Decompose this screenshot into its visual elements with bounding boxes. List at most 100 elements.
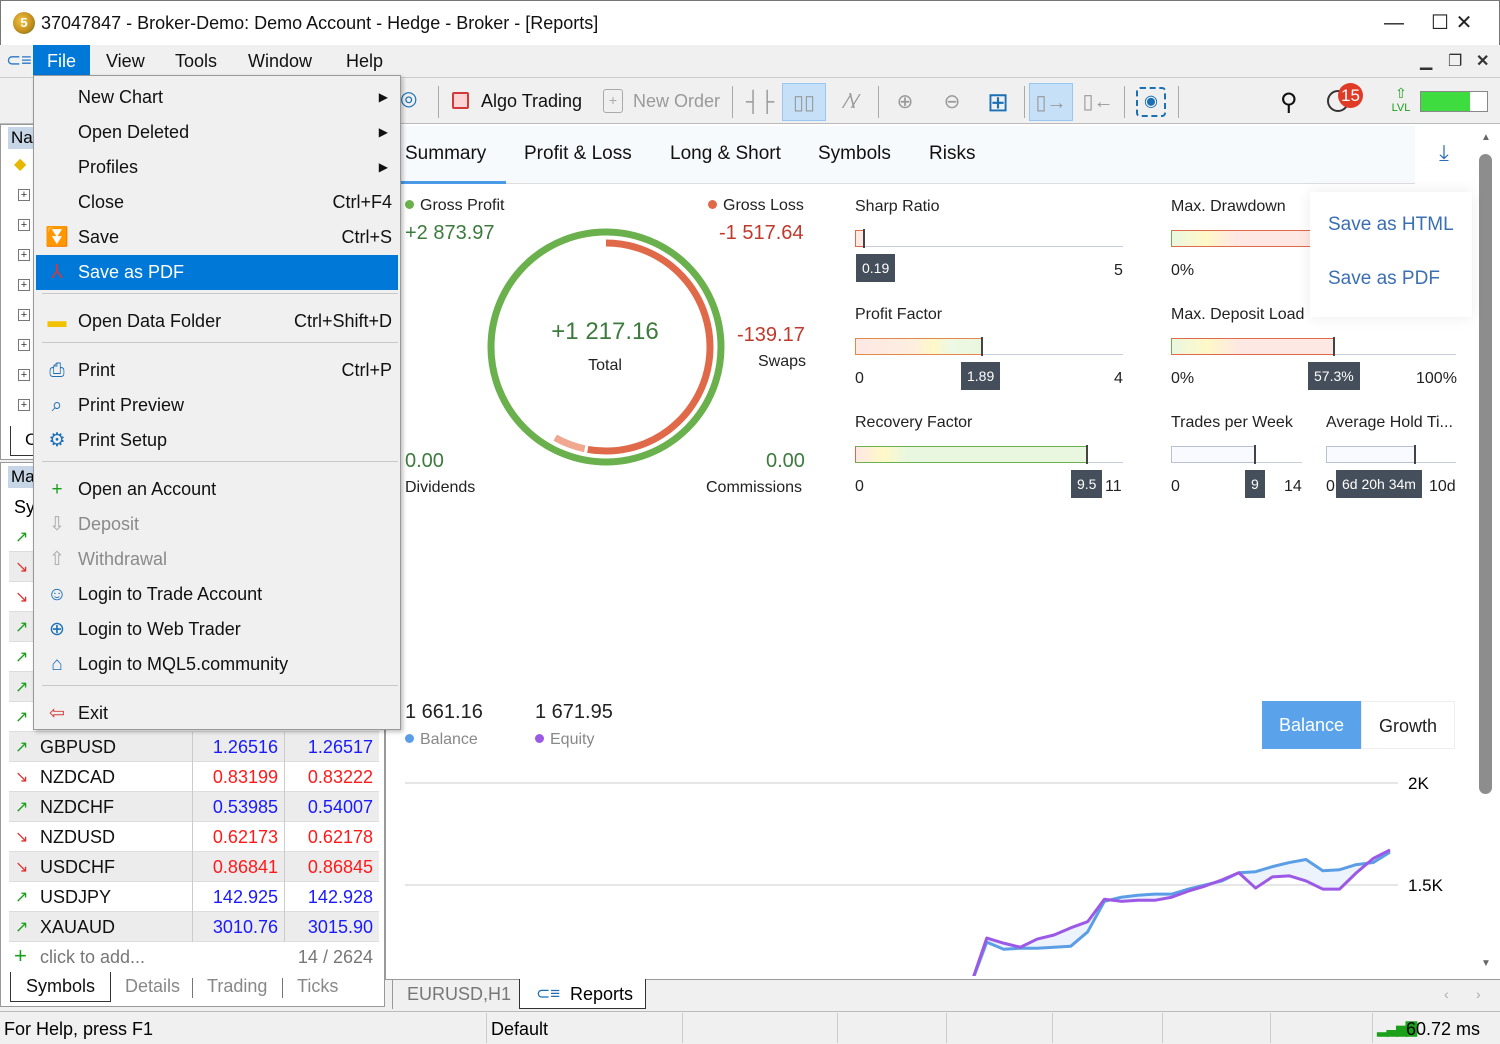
market-watch-row[interactable]: ↗ USDJPY 142.925 142.928 (9, 882, 379, 912)
doc-tab-reports[interactable]: ⊂≡ Reports (519, 979, 646, 1009)
file-menu-item-print-setup[interactable]: ⚙ Print Setup (36, 423, 398, 458)
tab-ticks[interactable]: Ticks (282, 972, 353, 1002)
ask-price: 0.54007 (284, 792, 379, 822)
market-watch-row[interactable]: ↗ GBPUSD 1.26516 1.26517 (9, 732, 379, 762)
symbol-name: USDJPY (40, 887, 112, 907)
file-menu-item-print[interactable]: ⎙ Print Ctrl+P (36, 353, 398, 388)
mdi-close-icon[interactable]: ✕ (1476, 51, 1489, 71)
market-watch-row[interactable]: ↘ NZDUSD 0.62173 0.62178 (9, 822, 379, 852)
gross-loss-value: -1 517.64 (719, 222, 804, 244)
symbol-column-header[interactable]: Sy (14, 497, 35, 518)
tree-expand-icon[interactable]: + (18, 189, 30, 201)
download-icon[interactable]: ⤓ (1430, 140, 1458, 172)
balance-toggle-button[interactable]: Balance (1262, 701, 1361, 749)
scroll-up-icon[interactable]: ▲ (1481, 132, 1491, 143)
toolbar-separator (1124, 86, 1125, 118)
close-button[interactable]: ✕ (1441, 1, 1487, 46)
scroll-down-icon[interactable]: ▼ (1481, 958, 1491, 969)
minimize-button[interactable]: — (1371, 1, 1417, 46)
tab-scroll-right-icon[interactable]: › (1476, 986, 1481, 1002)
new-order-button[interactable]: New Order (633, 82, 720, 120)
candlestick-chart-icon[interactable]: ▯▯ (782, 83, 826, 121)
gross-loss-dot-icon (708, 200, 717, 209)
file-menu-item-withdrawal[interactable]: ⇧ Withdrawal (36, 542, 398, 577)
file-menu-item-print-preview[interactable]: ⌕ Print Preview (36, 388, 398, 423)
menu-tools[interactable]: Tools (161, 45, 231, 77)
mdi-restore-icon[interactable]: ❐ (1448, 51, 1462, 71)
zoom-in-icon[interactable]: ⊕ (883, 83, 927, 121)
swaps-arc (553, 434, 586, 453)
market-watch-row[interactable]: ↘ NZDCAD 0.83199 0.83222 (9, 762, 379, 792)
market-watch-row[interactable]: ↗ NZDCHF 0.53985 0.54007 (9, 792, 379, 822)
folder-icon: ▬ (47, 311, 67, 332)
search-icon[interactable]: ⚲ (1280, 88, 1298, 117)
autoscroll-icon[interactable]: ▯→ (1029, 83, 1073, 121)
mdi-minimize-icon[interactable]: ▁ (1420, 51, 1432, 71)
print-preview-icon: ⌕ (51, 395, 63, 416)
tab-profit-loss[interactable]: Profit & Loss (524, 143, 632, 165)
tree-expand-icon[interactable]: + (18, 309, 30, 321)
save-options-popup: Save as HTML Save as PDF (1310, 192, 1472, 317)
save-as-html-option[interactable]: Save as HTML (1328, 214, 1454, 236)
exit-icon: ⇦ (49, 703, 65, 724)
tree-expand-icon[interactable]: + (18, 369, 30, 381)
tree-expand-icon[interactable]: + (18, 399, 30, 411)
doc-tab-eurusd[interactable]: EURUSD,H1 (392, 979, 525, 1009)
total-value: +1 217.16 (551, 318, 659, 345)
signals-add-icon[interactable]: ◎ (400, 86, 428, 116)
file-menu-item-login-to-trade-account[interactable]: ☺ Login to Trade Account (36, 577, 398, 612)
deposit-icon: ⇩ (49, 514, 65, 535)
ask-price: 3015.90 (284, 912, 379, 942)
menu-window[interactable]: Window (234, 45, 326, 77)
bar-chart-icon[interactable]: ┤├ (738, 83, 782, 121)
file-menu-item-open-deleted[interactable]: Open Deleted ▶ (36, 115, 398, 150)
scrollbar-thumb[interactable] (1479, 154, 1492, 794)
tab-summary[interactable]: Summary (405, 143, 486, 165)
screenshot-camera-icon[interactable]: ◉ (1136, 87, 1166, 117)
file-menu-item-exit[interactable]: ⇦ Exit (36, 696, 398, 731)
file-menu-item-open-an-account[interactable]: + Open an Account (36, 472, 398, 507)
menu-view[interactable]: View (92, 45, 159, 77)
file-menu-item-new-chart[interactable]: New Chart ▶ (36, 80, 398, 115)
tab-details[interactable]: Details (110, 972, 195, 1002)
tab-symbols[interactable]: Symbols (10, 972, 112, 1002)
tab-symbols-report[interactable]: Symbols (818, 143, 891, 165)
tile-windows-icon[interactable]: ⊞ (976, 83, 1020, 121)
menu-item-label: Open Data Folder (78, 311, 222, 331)
line-chart-icon[interactable]: ⁄\⁄ (830, 83, 874, 121)
tab-scroll-left-icon[interactable]: ‹ (1444, 986, 1449, 1002)
tree-expand-icon[interactable]: + (18, 339, 30, 351)
add-symbol-placeholder[interactable]: click to add... (40, 947, 145, 968)
level-up-icon[interactable]: ⇧ LVL (1390, 86, 1412, 115)
algo-trading-button[interactable]: Algo Trading (481, 82, 582, 120)
navigator-tab-common[interactable]: C (10, 426, 37, 456)
menu-help[interactable]: Help (332, 45, 397, 77)
market-watch-row[interactable]: ↘ USDCHF 0.86841 0.86845 (9, 852, 379, 882)
file-menu-item-deposit[interactable]: ⇩ Deposit (36, 507, 398, 542)
file-menu-item-save-as-pdf[interactable]: ⅄ Save as PDF (36, 255, 398, 290)
menu-file[interactable]: File (33, 45, 91, 77)
tree-expand-icon[interactable]: + (18, 279, 30, 291)
tab-risks[interactable]: Risks (929, 143, 975, 165)
add-symbol-row[interactable]: + click to add... 14 / 2624 (9, 942, 379, 972)
file-menu-item-save[interactable]: ⏬ Save Ctrl+S (36, 220, 398, 255)
save-as-pdf-option[interactable]: Save as PDF (1328, 268, 1440, 290)
growth-toggle-button[interactable]: Growth (1361, 701, 1455, 749)
zoom-out-icon[interactable]: ⊖ (930, 83, 974, 121)
algo-trading-checkbox-icon[interactable] (452, 92, 469, 109)
file-menu-item-close[interactable]: Close Ctrl+F4 (36, 185, 398, 220)
tree-expand-icon[interactable]: + (18, 249, 30, 261)
tab-long-short[interactable]: Long & Short (670, 143, 781, 165)
file-menu-item-profiles[interactable]: Profiles ▶ (36, 150, 398, 185)
trades-per-week-value: 9 (1245, 470, 1265, 498)
file-menu-item-open-data-folder[interactable]: ▬ Open Data Folder Ctrl+Shift+D (36, 304, 398, 339)
file-menu-item-login-to-web-trader[interactable]: ⊕ Login to Web Trader (36, 612, 398, 647)
tree-expand-icon[interactable]: + (18, 219, 30, 231)
tab-trading[interactable]: Trading (192, 972, 282, 1002)
market-watch-row[interactable]: ↗ XAUAUD 3010.76 3015.90 (9, 912, 379, 942)
symbol-name: NZDUSD (40, 827, 115, 847)
file-menu-item-login-to-mql5-community[interactable]: ⌂ Login to MQL5.community (36, 647, 398, 682)
status-profile: Default (491, 1019, 549, 1039)
chart-shift-icon[interactable]: ▯← (1076, 83, 1120, 121)
vertical-scrollbar[interactable]: ▲ ▼ (1476, 126, 1496, 976)
